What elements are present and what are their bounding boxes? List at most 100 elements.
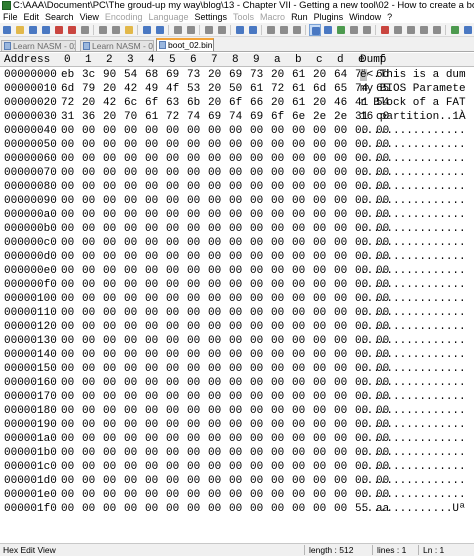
byte-cell[interactable]: 6c	[124, 96, 137, 110]
byte-cell[interactable]: 00	[229, 222, 242, 236]
menu-edit[interactable]: Edit	[21, 12, 43, 23]
byte-cell[interactable]: 00	[313, 138, 326, 152]
byte-cell[interactable]: 00	[61, 390, 74, 404]
byte-cell[interactable]: 00	[334, 124, 347, 138]
byte-cell[interactable]: 00	[61, 488, 74, 502]
byte-cell[interactable]: 00	[166, 362, 179, 376]
tab-2[interactable]: Learn NASM - 02.bt	[80, 40, 154, 51]
byte-cell[interactable]: 61	[292, 68, 305, 82]
byte-cell[interactable]: 00	[103, 306, 116, 320]
byte-cell[interactable]: 00	[61, 166, 74, 180]
byte-cell[interactable]: 00	[166, 418, 179, 432]
byte-cell[interactable]: 00	[271, 250, 284, 264]
byte-cell[interactable]: 00	[145, 278, 158, 292]
byte-cell[interactable]: 00	[250, 166, 263, 180]
byte-cell[interactable]: 00	[271, 376, 284, 390]
byte-cell[interactable]: 00	[145, 502, 158, 516]
byte-cell[interactable]: 00	[124, 320, 137, 334]
byte-cell[interactable]: 00	[103, 334, 116, 348]
byte-cell[interactable]: 00	[208, 194, 221, 208]
row-dump[interactable]: ................	[360, 194, 466, 208]
byte-cell[interactable]: 00	[61, 194, 74, 208]
byte-cell[interactable]: 00	[250, 404, 263, 418]
byte-cell[interactable]: 00	[313, 278, 326, 292]
row-dump[interactable]: ................	[360, 376, 466, 390]
byte-cell[interactable]: 00	[103, 320, 116, 334]
row-dump[interactable]: 16 partition..1À	[360, 110, 466, 124]
byte-cell[interactable]: 00	[229, 376, 242, 390]
byte-cell[interactable]: 00	[82, 152, 95, 166]
byte-cell[interactable]: 68	[145, 68, 158, 82]
byte-cell[interactable]: 00	[250, 446, 263, 460]
byte-cell[interactable]: 00	[124, 278, 137, 292]
byte-cell[interactable]: 6b	[187, 96, 200, 110]
byte-cell[interactable]: 00	[334, 292, 347, 306]
byte-cell[interactable]: 00	[124, 404, 137, 418]
byte-cell[interactable]: 00	[82, 320, 95, 334]
byte-cell[interactable]: 00	[313, 362, 326, 376]
byte-cell[interactable]: 00	[61, 138, 74, 152]
byte-cell[interactable]: 00	[250, 208, 263, 222]
byte-cell[interactable]: 00	[271, 362, 284, 376]
byte-cell[interactable]: 00	[334, 334, 347, 348]
byte-cell[interactable]: 00	[229, 264, 242, 278]
row-dump[interactable]: ................	[360, 362, 466, 376]
byte-cell[interactable]: 00	[61, 320, 74, 334]
row-dump[interactable]: ................	[360, 390, 466, 404]
byte-cell[interactable]: 00	[229, 292, 242, 306]
byte-cell[interactable]: 00	[124, 292, 137, 306]
byte-cell[interactable]: 00	[313, 194, 326, 208]
byte-cell[interactable]: 00	[229, 208, 242, 222]
row-dump[interactable]: ................	[360, 138, 466, 152]
byte-cell[interactable]: 00	[292, 362, 305, 376]
byte-cell[interactable]: 00	[250, 376, 263, 390]
byte-cell[interactable]: 00	[313, 292, 326, 306]
byte-cell[interactable]: 00	[187, 320, 200, 334]
row-dump[interactable]: ................	[360, 474, 466, 488]
byte-cell[interactable]: 00	[166, 432, 179, 446]
byte-cell[interactable]: 00	[124, 306, 137, 320]
byte-cell[interactable]: 00	[271, 292, 284, 306]
byte-cell[interactable]: 00	[166, 278, 179, 292]
byte-cell[interactable]: 00	[82, 236, 95, 250]
byte-cell[interactable]: 00	[187, 278, 200, 292]
byte-cell[interactable]: 00	[61, 418, 74, 432]
tab-1[interactable]: Learn NASM - 02.asm	[1, 40, 76, 51]
byte-cell[interactable]: 00	[313, 488, 326, 502]
row-dump[interactable]: ................	[360, 348, 466, 362]
byte-cell[interactable]: 64	[334, 68, 347, 82]
byte-cell[interactable]: 00	[145, 390, 158, 404]
byte-cell[interactable]: 00	[103, 432, 116, 446]
byte-cell[interactable]: 00	[229, 502, 242, 516]
row-dump[interactable]: ................	[360, 152, 466, 166]
byte-cell[interactable]: 00	[334, 446, 347, 460]
byte-cell[interactable]: 72	[166, 110, 179, 124]
byte-cell[interactable]: 61	[292, 96, 305, 110]
copy-icon[interactable]	[110, 24, 122, 36]
byte-cell[interactable]: 6d	[313, 82, 326, 96]
byte-cell[interactable]: 00	[271, 474, 284, 488]
byte-cell[interactable]: 00	[250, 236, 263, 250]
byte-cell[interactable]: 00	[103, 278, 116, 292]
byte-cell[interactable]: 00	[103, 502, 116, 516]
byte-cell[interactable]: 20	[313, 96, 326, 110]
byte-cell[interactable]: 00	[61, 432, 74, 446]
byte-cell[interactable]: 00	[334, 306, 347, 320]
byte-cell[interactable]: 00	[250, 348, 263, 362]
byte-cell[interactable]: 00	[145, 292, 158, 306]
byte-cell[interactable]: 00	[145, 432, 158, 446]
byte-cell[interactable]: 00	[208, 306, 221, 320]
byte-cell[interactable]: 00	[61, 306, 74, 320]
byte-cell[interactable]: 00	[229, 250, 242, 264]
byte-cell[interactable]: 00	[61, 334, 74, 348]
byte-cell[interactable]: 00	[313, 390, 326, 404]
byte-cell[interactable]: 00	[208, 264, 221, 278]
new-file-icon[interactable]	[1, 24, 13, 36]
byte-cell[interactable]: 63	[166, 96, 179, 110]
byte-cell[interactable]: 00	[271, 222, 284, 236]
byte-cell[interactable]: 00	[82, 124, 95, 138]
byte-cell[interactable]: 00	[124, 376, 137, 390]
byte-cell[interactable]: 20	[82, 96, 95, 110]
byte-cell[interactable]: 00	[208, 236, 221, 250]
byte-cell[interactable]: 00	[313, 376, 326, 390]
